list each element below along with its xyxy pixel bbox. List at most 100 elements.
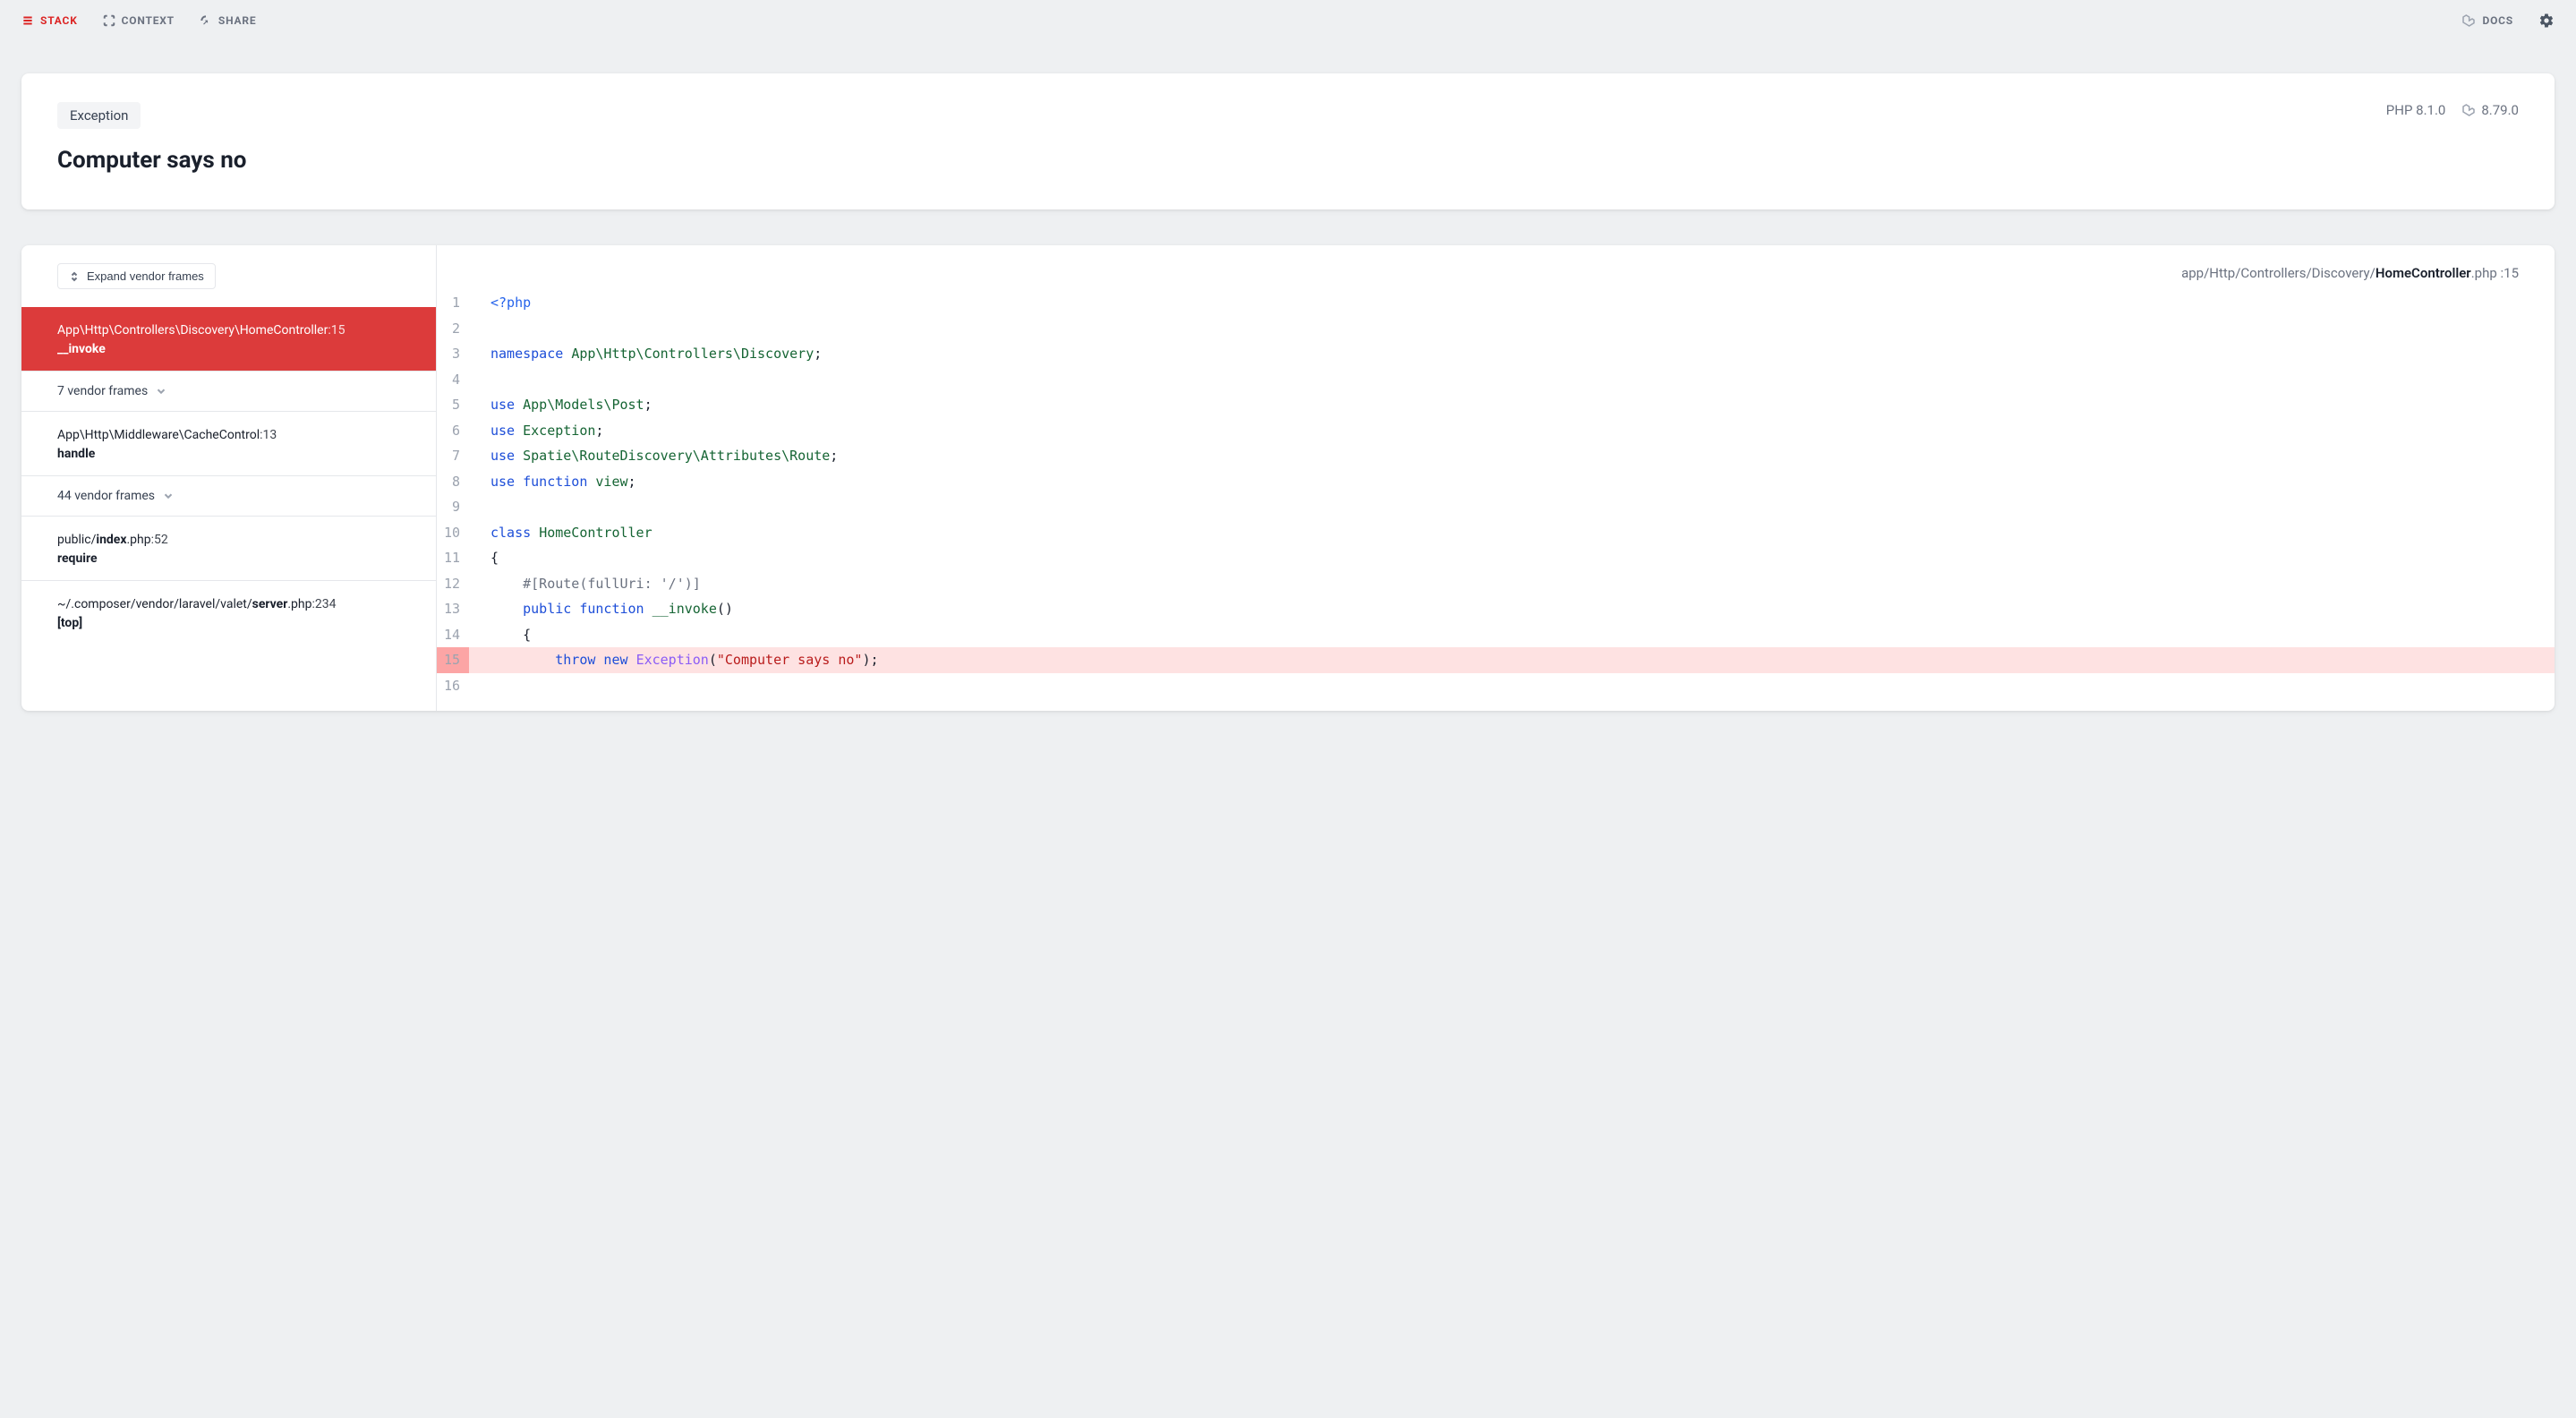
- nav-stack-label: STACK: [40, 14, 78, 27]
- topbar-left: STACK CONTEXT SHARE: [21, 14, 256, 27]
- exception-header-card: Exception PHP 8.1.0 8.79.0 Computer says…: [21, 73, 2555, 209]
- line-number: 5: [437, 392, 469, 418]
- code-content: class HomeController: [469, 520, 2555, 546]
- nav-stack[interactable]: STACK: [21, 14, 78, 27]
- code-content: [469, 494, 2555, 520]
- vendor-frames-collapsed[interactable]: 44 vendor frames: [21, 475, 436, 516]
- exception-message: Computer says no: [57, 147, 2519, 174]
- line-number: 3: [437, 341, 469, 367]
- stack-frame[interactable]: public/index.php:52require: [21, 516, 436, 580]
- versions: PHP 8.1.0 8.79.0: [2386, 102, 2519, 118]
- code-block: 1<?php23namespace App\Http\Controllers\D…: [437, 290, 2555, 698]
- frame-path: ~/.composer/vendor/laravel/valet/server.…: [57, 595, 400, 614]
- laravel-icon: [2461, 103, 2476, 117]
- code-line: 6use Exception;: [437, 418, 2555, 444]
- frame-path: App\Http\Middleware\CacheControl:13: [57, 426, 400, 445]
- code-content: {: [469, 622, 2555, 648]
- code-content: public function __invoke(): [469, 596, 2555, 622]
- code-line: 9: [437, 494, 2555, 520]
- topbar-right: DOCS: [2461, 13, 2555, 29]
- sidebar-controls: Expand vendor frames: [21, 245, 436, 307]
- nav-share[interactable]: SHARE: [200, 14, 256, 27]
- topbar: STACK CONTEXT SHARE DOCS: [0, 0, 2576, 41]
- code-line: 11{: [437, 545, 2555, 571]
- frames-sidebar: Expand vendor frames App\Http\Controller…: [21, 245, 437, 711]
- file-path: app/Http/Controllers/Discovery/HomeContr…: [437, 245, 2555, 290]
- line-number: 9: [437, 494, 469, 520]
- context-icon: [103, 14, 115, 27]
- code-line: 14 {: [437, 622, 2555, 648]
- expand-vendor-label: Expand vendor frames: [87, 269, 204, 283]
- code-line: 12 #[Route(fullUri: '/')]: [437, 571, 2555, 597]
- code-content: {: [469, 545, 2555, 571]
- code-line: 7use Spatie\RouteDiscovery\Attributes\Ro…: [437, 443, 2555, 469]
- code-line: 8use function view;: [437, 469, 2555, 495]
- frame-method: __invoke: [57, 342, 400, 356]
- frame-method: [top]: [57, 616, 400, 630]
- code-line: 2: [437, 316, 2555, 342]
- code-line: 1<?php: [437, 290, 2555, 316]
- collapsed-frames-label: 44 vendor frames: [57, 489, 155, 503]
- frame-method: handle: [57, 447, 400, 461]
- code-line: 3namespace App\Http\Controllers\Discover…: [437, 341, 2555, 367]
- chevron-down-icon: [162, 490, 175, 502]
- code-line: 10class HomeController: [437, 520, 2555, 546]
- nav-context-label: CONTEXT: [122, 14, 175, 27]
- code-content: #[Route(fullUri: '/')]: [469, 571, 2555, 597]
- line-number: 15: [437, 647, 469, 673]
- exception-header-top: Exception PHP 8.1.0 8.79.0: [57, 102, 2519, 129]
- line-number: 4: [437, 367, 469, 393]
- share-icon: [200, 14, 212, 27]
- php-version: PHP 8.1.0: [2386, 102, 2446, 118]
- code-line: 13 public function __invoke(): [437, 596, 2555, 622]
- frame-path: public/index.php:52: [57, 531, 400, 550]
- expand-vendor-frames-button[interactable]: Expand vendor frames: [57, 263, 216, 289]
- code-line: 16: [437, 673, 2555, 699]
- line-number: 7: [437, 443, 469, 469]
- code-line: 4: [437, 367, 2555, 393]
- frame-method: require: [57, 551, 400, 566]
- nav-docs[interactable]: DOCS: [2461, 13, 2513, 28]
- nav-share-label: SHARE: [218, 14, 256, 27]
- stack-frame[interactable]: App\Http\Middleware\CacheControl:13 handl…: [21, 411, 436, 475]
- expand-icon: [69, 271, 80, 282]
- code-content: [469, 673, 2555, 699]
- line-number: 16: [437, 673, 469, 699]
- code-content: throw new Exception("Computer says no");: [469, 647, 2555, 673]
- code-content: use function view;: [469, 469, 2555, 495]
- gear-icon[interactable]: [2538, 13, 2555, 29]
- line-number: 8: [437, 469, 469, 495]
- exception-type-badge: Exception: [57, 102, 141, 129]
- code-line: 5use App\Models\Post;: [437, 392, 2555, 418]
- line-number: 11: [437, 545, 469, 571]
- code-content: use Exception;: [469, 418, 2555, 444]
- line-number: 6: [437, 418, 469, 444]
- line-number: 14: [437, 622, 469, 648]
- nav-docs-label: DOCS: [2482, 14, 2513, 27]
- stack-frame-active[interactable]: App\Http\Controllers\Discovery\HomeContr…: [21, 307, 436, 371]
- chevron-down-icon: [155, 385, 167, 397]
- stack-icon: [21, 14, 34, 27]
- stack-trace-card: Expand vendor frames App\Http\Controller…: [21, 245, 2555, 711]
- vendor-frames-collapsed[interactable]: 7 vendor frames: [21, 371, 436, 411]
- line-number: 2: [437, 316, 469, 342]
- code-content: <?php: [469, 290, 2555, 316]
- frames-list: App\Http\Controllers\Discovery\HomeContr…: [21, 307, 436, 645]
- code-content: use App\Models\Post;: [469, 392, 2555, 418]
- code-content: use Spatie\RouteDiscovery\Attributes\Rou…: [469, 443, 2555, 469]
- line-number: 13: [437, 596, 469, 622]
- code-line: 15 throw new Exception("Computer says no…: [437, 647, 2555, 673]
- laravel-icon: [2461, 13, 2476, 28]
- code-content: [469, 316, 2555, 342]
- code-content: [469, 367, 2555, 393]
- frame-path: App\Http\Controllers\Discovery\HomeContr…: [57, 321, 400, 340]
- collapsed-frames-label: 7 vendor frames: [57, 384, 148, 398]
- framework-version: 8.79.0: [2461, 102, 2519, 118]
- line-number: 1: [437, 290, 469, 316]
- code-content: namespace App\Http\Controllers\Discovery…: [469, 341, 2555, 367]
- nav-context[interactable]: CONTEXT: [103, 14, 175, 27]
- code-area: app/Http/Controllers/Discovery/HomeContr…: [437, 245, 2555, 711]
- stack-frame[interactable]: ~/.composer/vendor/laravel/valet/server.…: [21, 580, 436, 645]
- framework-version-text: 8.79.0: [2481, 102, 2519, 118]
- line-number: 12: [437, 571, 469, 597]
